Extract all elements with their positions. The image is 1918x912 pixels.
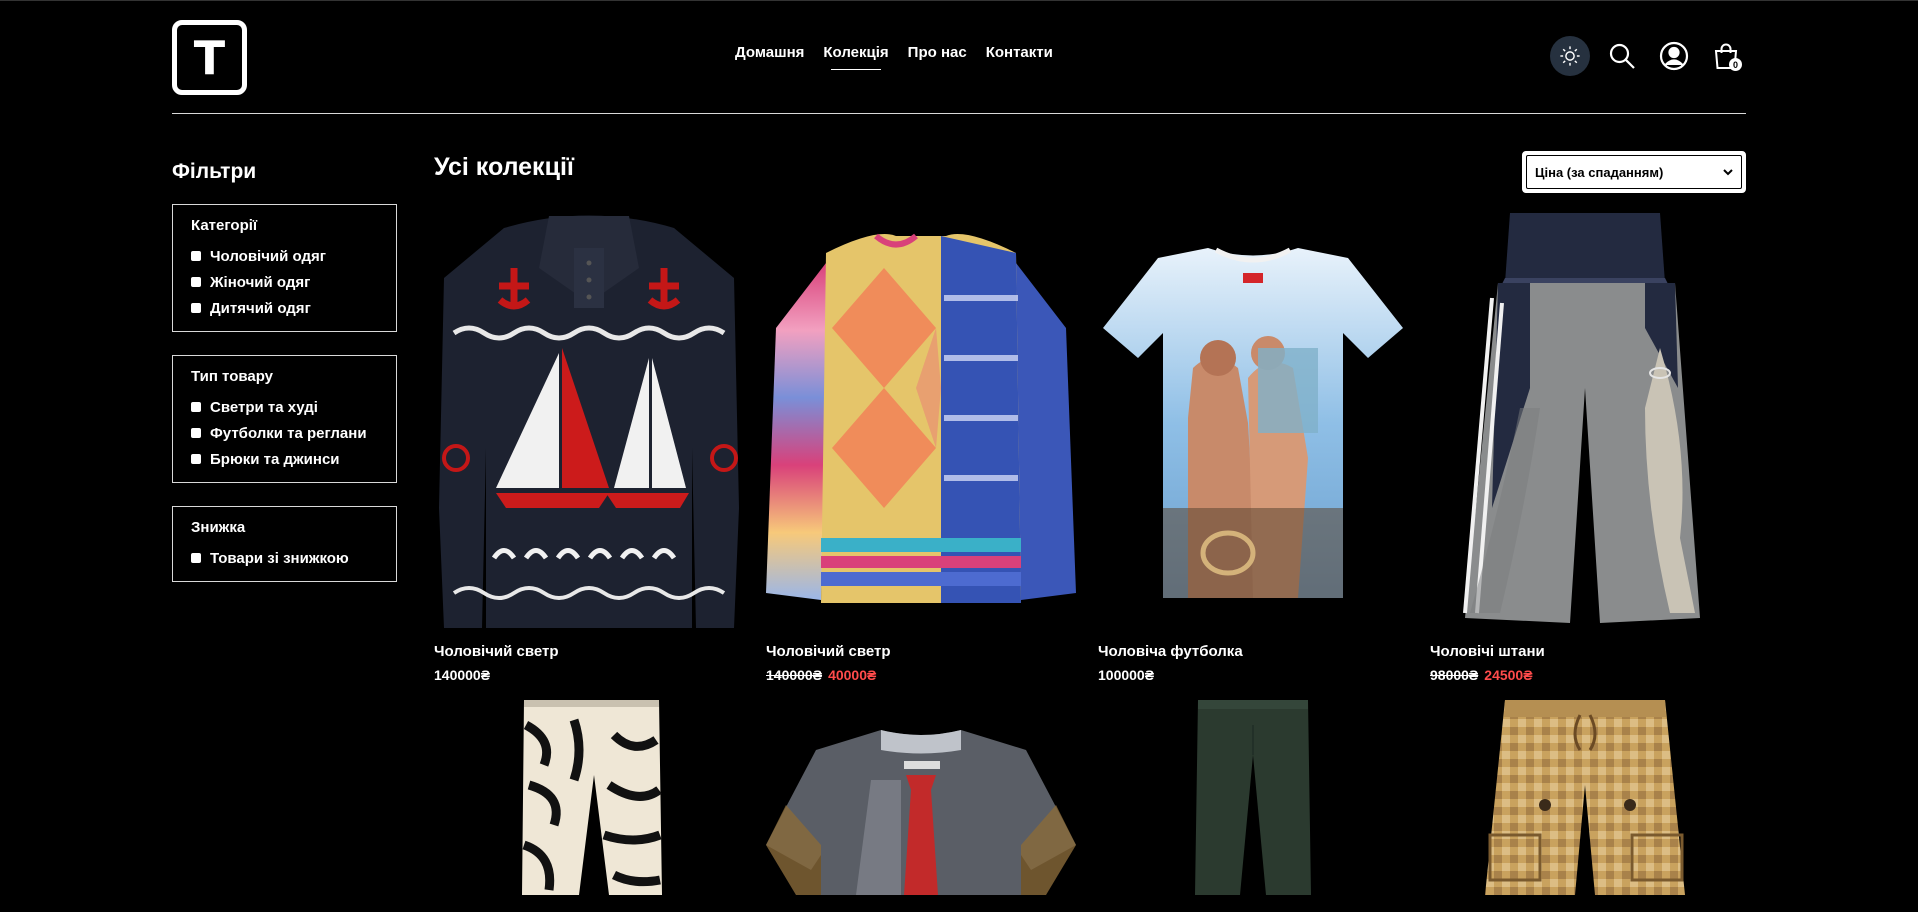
product-grid: Чоловічий светр 140000₴ Чоловічий светр … [434,208,1746,895]
product-price: 140000₴ [434,667,744,683]
cart-button[interactable]: 0 [1706,36,1746,76]
product-sale-price: 24500₴ [1484,667,1533,683]
filter-group-title: Тип товару [191,368,274,385]
product-card[interactable]: Чоловіча футболка 100000₴ [1098,208,1408,683]
product-current-price: 140000₴ [434,667,491,683]
filter-option-label: Футболки та реглани [210,424,367,442]
filter-option-label: Чоловічий одяг [210,247,327,265]
search-icon [1609,43,1635,69]
filter-option-label: Светри та худі [210,398,318,416]
main-nav: Домашня Колекція Про нас Контакти [735,44,1053,70]
product-card[interactable] [766,695,1076,895]
product-card[interactable]: Чоловічий светр 140000₴ 40000₴ [766,208,1076,683]
product-sale-price: 40000₴ [828,667,877,683]
filters-sidebar: Фільтри Категорії Чоловічий одяг Жіночий… [172,160,397,605]
product-image-track-pants[interactable] [1430,208,1740,634]
product-card[interactable] [1098,695,1408,895]
filter-group-category: Категорії Чоловічий одяг Жіночий одяг Ди… [172,204,397,332]
filter-option-label: Жіночий одяг [210,273,311,291]
product-card[interactable] [1430,695,1740,895]
sun-icon [1560,46,1580,66]
filter-option-women[interactable]: Жіночий одяг [191,269,378,295]
filter-group-title: Категорії [191,217,258,234]
product-image-patchwork-sweater[interactable] [766,208,1076,634]
filter-group-discount: Знижка Товари зі знижкою [172,506,397,582]
filter-option-sweaters[interactable]: Светри та худі [191,394,378,420]
product-old-price: 98000₴ [1430,667,1479,683]
user-icon [1659,41,1689,71]
product-name[interactable]: Чоловічий светр [766,643,1076,660]
product-image-photo-tshirt[interactable] [1098,208,1408,634]
sort-select[interactable]: Ціна (за спаданням) [1522,151,1746,193]
product-current-price: 100000₴ [1098,667,1155,683]
sort-selected-value: Ціна (за спаданням) [1535,164,1664,180]
product-price: 100000₴ [1098,667,1408,683]
product-price: 98000₴ 24500₴ [1430,667,1740,683]
checkbox[interactable] [191,277,201,287]
filter-group-product-type: Тип товару Светри та худі Футболки та ре… [172,355,397,483]
product-card[interactable]: Чоловічий светр 140000₴ [434,208,744,683]
filter-group-title: Знижка [191,519,246,536]
nav-contacts[interactable]: Контакти [986,44,1053,61]
header-actions: 0 [1550,36,1746,76]
product-image-navy-sweater[interactable] [434,208,744,634]
search-button[interactable] [1602,36,1642,76]
filter-option-label: Дитячий одяг [210,299,311,317]
nav-about[interactable]: Про нас [908,44,967,61]
chevron-down-icon [1723,168,1733,175]
filter-option-men[interactable]: Чоловічий одяг [191,243,378,269]
logo-letter: T [193,30,226,85]
product-old-price: 140000₴ [766,667,823,683]
nav-collection[interactable]: Колекція [823,44,889,70]
product-card[interactable]: Чоловічі штани 98000₴ 24500₴ [1430,208,1740,683]
checkbox[interactable] [191,251,201,261]
theme-toggle-button[interactable] [1550,36,1590,76]
checkbox[interactable] [191,428,201,438]
filter-option-discounted[interactable]: Товари зі знижкою [191,545,378,571]
filter-option-label: Брюки та джинси [210,450,340,468]
product-image-zebra-trousers[interactable] [434,695,744,895]
product-card[interactable] [434,695,744,895]
checkbox[interactable] [191,553,201,563]
filters-title: Фільтри [172,160,257,183]
nav-home[interactable]: Домашня [735,44,804,61]
logo[interactable]: T [172,20,247,95]
product-image-sheer-tshirt[interactable] [766,695,1076,895]
product-name[interactable]: Чоловічий светр [434,643,744,660]
product-name[interactable]: Чоловіча футболка [1098,643,1408,660]
account-button[interactable] [1654,36,1694,76]
product-image-green-leggings[interactable] [1098,695,1408,895]
checkbox[interactable] [191,454,201,464]
site-header: T Домашня Колекція Про нас Контакти 0 [172,0,1746,114]
product-name[interactable]: Чоловічі штани [1430,643,1740,660]
filter-option-kids[interactable]: Дитячий одяг [191,295,378,321]
product-image-checked-cargo[interactable] [1430,695,1740,895]
checkbox[interactable] [191,402,201,412]
product-price: 140000₴ 40000₴ [766,667,1076,683]
cart-count-badge: 0 [1729,58,1742,71]
page-title: Усі колекції [434,153,574,181]
filter-option-trousers[interactable]: Брюки та джинси [191,446,378,472]
filter-option-tshirts[interactable]: Футболки та реглани [191,420,378,446]
filter-option-label: Товари зі знижкою [210,549,349,567]
checkbox[interactable] [191,303,201,313]
